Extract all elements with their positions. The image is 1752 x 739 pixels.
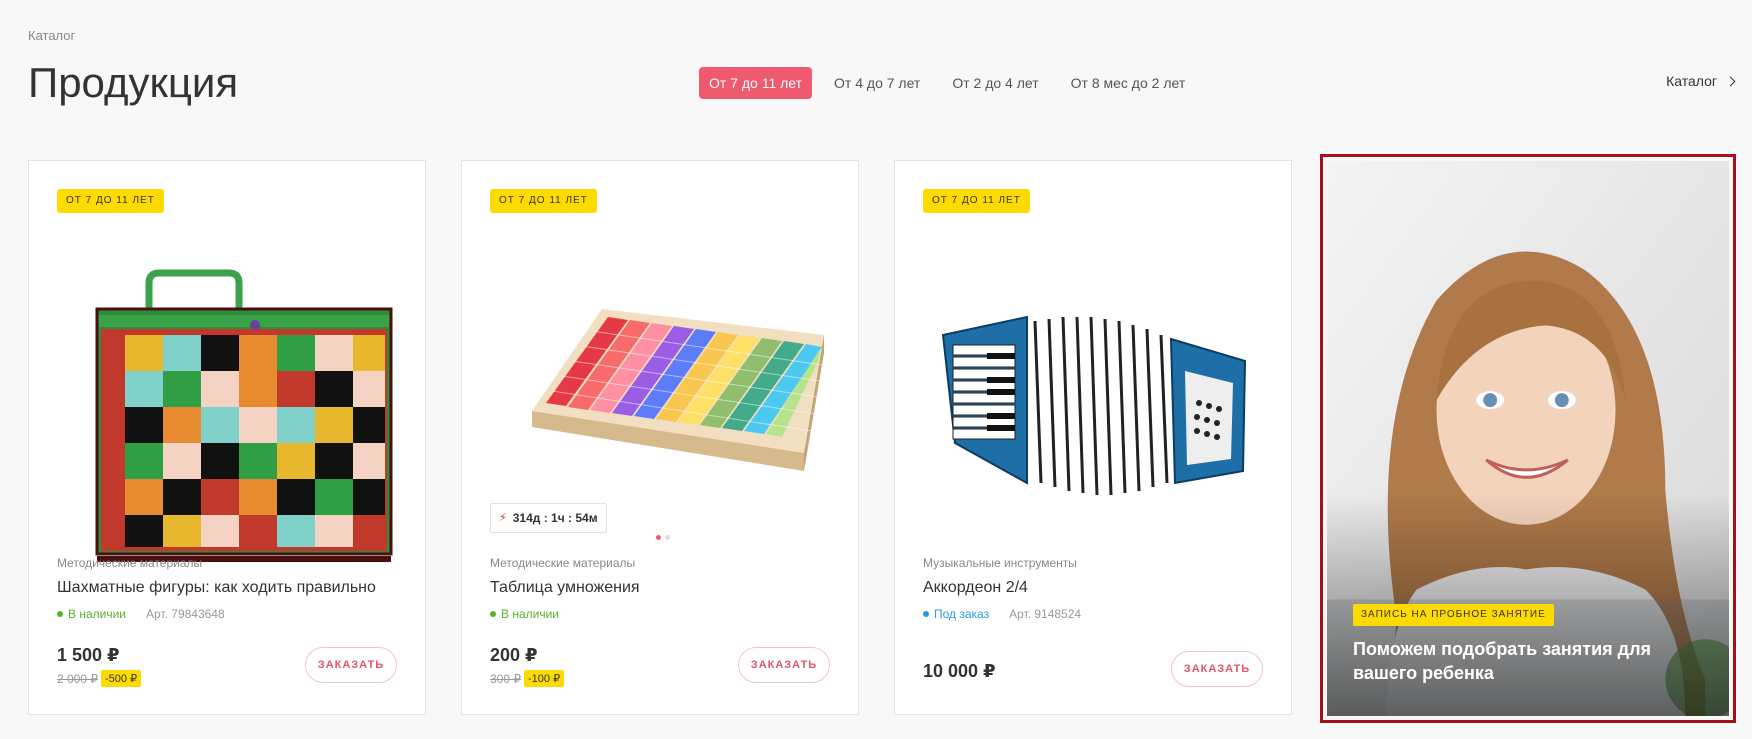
product-card[interactable]: ОТ 7 ДО 11 ЛЕТ bbox=[894, 160, 1292, 715]
breadcrumb[interactable]: Каталог bbox=[28, 28, 75, 43]
filter-2-4[interactable]: От 2 до 4 лет bbox=[942, 67, 1048, 99]
age-badge: ОТ 7 ДО 11 ЛЕТ bbox=[923, 189, 1030, 213]
stock-label: Под заказ bbox=[934, 607, 990, 621]
age-badge: ОТ 7 ДО 11 ЛЕТ bbox=[57, 189, 164, 213]
stock-label: В наличии bbox=[501, 607, 560, 621]
price: 10 000 ₽ bbox=[923, 661, 996, 681]
old-price: 300 ₽ bbox=[490, 671, 521, 686]
order-button[interactable]: ЗАКАЗАТЬ bbox=[738, 647, 830, 683]
promo-image bbox=[1327, 161, 1729, 716]
pagination-dot[interactable] bbox=[665, 535, 670, 540]
filter-4-7[interactable]: От 4 до 7 лет bbox=[824, 67, 930, 99]
order-button[interactable]: ЗАКАЗАТЬ bbox=[1171, 651, 1263, 687]
status-dot-icon bbox=[57, 611, 63, 617]
catalog-link-label: Каталог bbox=[1666, 73, 1717, 89]
price: 200 ₽ bbox=[490, 645, 538, 665]
article-number: Арт. 9148524 bbox=[1009, 607, 1082, 621]
promo-text[interactable]: Поможем подобрать занятия для вашего реб… bbox=[1353, 637, 1683, 685]
age-filter-tabs: От 7 до 11 лет От 4 до 7 лет От 2 до 4 л… bbox=[699, 67, 1207, 99]
product-category: Музыкальные инструменты bbox=[923, 556, 1077, 570]
product-category: Методические материалы bbox=[57, 556, 203, 570]
promo-badge: ЗАПИСЬ НА ПРОБНОЕ ЗАНЯТИЕ bbox=[1353, 604, 1554, 626]
old-price: 2 000 ₽ bbox=[57, 671, 98, 686]
timer-value: 314д : 1ч : 54м bbox=[512, 511, 598, 525]
chevron-right-icon bbox=[1725, 76, 1736, 86]
discount-badge: -500 ₽ bbox=[101, 670, 142, 687]
catalog-link[interactable]: Каталог bbox=[1666, 73, 1736, 89]
product-meta: В наличии Арт. 79843648 bbox=[57, 607, 225, 621]
filter-7-11[interactable]: От 7 до 11 лет bbox=[699, 67, 813, 99]
order-button[interactable]: ЗАКАЗАТЬ bbox=[305, 647, 397, 683]
old-price-row: 300 ₽ -100 ₽ bbox=[490, 670, 565, 687]
product-category: Методические материалы bbox=[490, 556, 636, 570]
old-price-row: 2 000 ₽ -500 ₽ bbox=[57, 670, 142, 687]
product-name[interactable]: Аккордеон 2/4 bbox=[923, 579, 1028, 597]
stock-status: В наличии bbox=[490, 607, 559, 621]
product-image-chess-case[interactable] bbox=[49, 221, 407, 591]
product-card[interactable]: ОТ 7 ДО 11 ЛЕТ bbox=[461, 160, 859, 715]
discount-badge: -100 ₽ bbox=[524, 670, 565, 687]
age-badge: ОТ 7 ДО 11 ЛЕТ bbox=[490, 189, 597, 213]
product-name[interactable]: Таблица умножения bbox=[490, 579, 640, 597]
lightning-icon: ⚡ bbox=[499, 512, 507, 524]
countdown-timer: ⚡ 314д : 1ч : 54м bbox=[490, 503, 607, 533]
product-image-accordion[interactable] bbox=[915, 221, 1273, 591]
filter-8m-2[interactable]: От 8 мес до 2 лет bbox=[1061, 67, 1196, 99]
pagination-dot[interactable] bbox=[656, 535, 661, 540]
stock-status: В наличии bbox=[57, 607, 126, 621]
product-meta: Под заказ Арт. 9148524 bbox=[923, 607, 1081, 621]
product-card[interactable]: ОТ 7 ДО 11 ЛЕТ bbox=[28, 160, 426, 715]
image-pagination bbox=[656, 535, 674, 540]
price: 1 500 ₽ bbox=[57, 645, 120, 665]
stock-status: Под заказ bbox=[923, 607, 989, 621]
product-meta: В наличии bbox=[490, 607, 559, 621]
page-title: Продукция bbox=[28, 59, 239, 106]
status-dot-icon bbox=[490, 611, 496, 617]
product-name[interactable]: Шахматные фигуры: как ходить правильно bbox=[57, 579, 376, 597]
article-number: Арт. 79843648 bbox=[146, 607, 225, 621]
promo-banner[interactable]: ЗАПИСЬ НА ПРОБНОЕ ЗАНЯТИЕ Поможем подобр… bbox=[1320, 154, 1736, 723]
stock-label: В наличии bbox=[68, 607, 127, 621]
status-dot-icon bbox=[923, 611, 929, 617]
